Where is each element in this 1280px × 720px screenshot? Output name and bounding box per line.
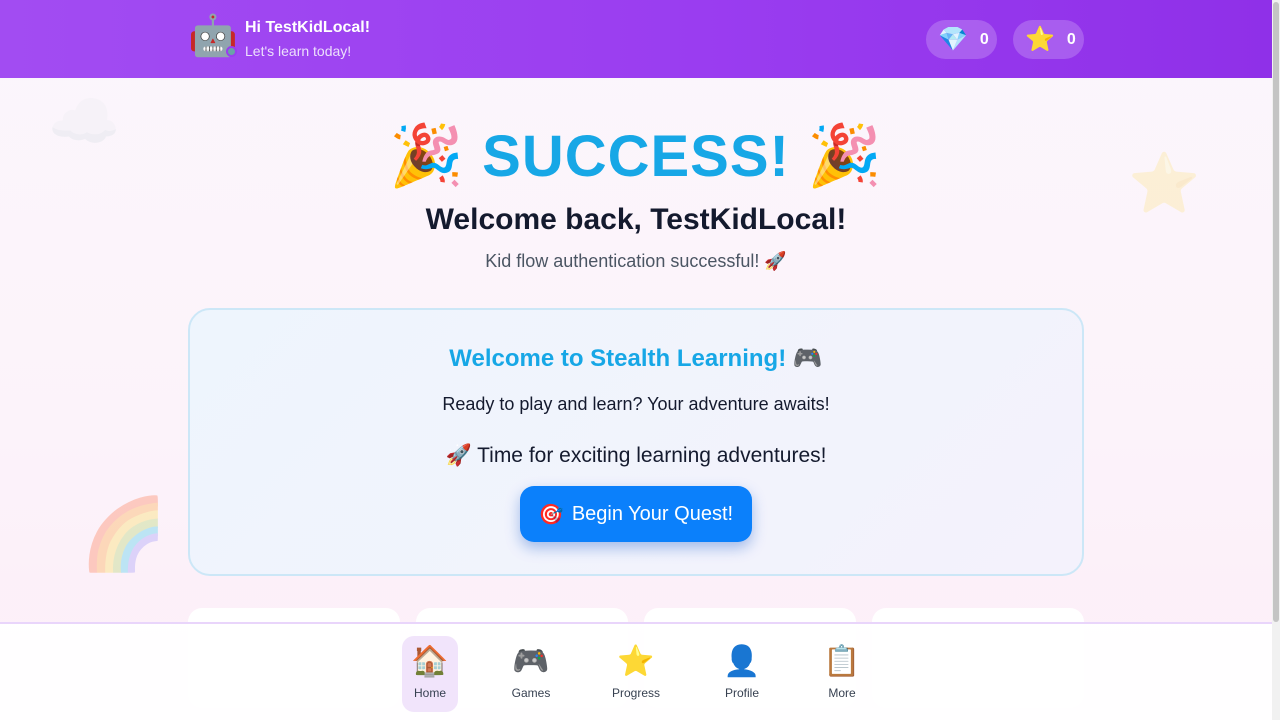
welcome-heading: Welcome back, TestKidLocal! <box>425 203 847 236</box>
bottom-nav: 🏠 Home 🎮 Games ⭐ Progress 👤 Profile 📋 Mo… <box>0 622 1272 720</box>
nav-item-profile[interactable]: 👤 Profile <box>707 636 777 712</box>
gem-icon: 💎 <box>938 26 968 53</box>
nav-label: Games <box>511 686 551 700</box>
party-popper-icon: 🎉 <box>389 122 466 189</box>
target-icon: 🎯 <box>538 503 564 526</box>
auth-message: Kid flow authentication successful! 🚀 <box>485 251 787 271</box>
nav-item-more[interactable]: 📋 More <box>807 636 877 712</box>
card-text: Ready to play and learn? Your adventure … <box>442 394 830 414</box>
nav-label: Profile <box>724 686 759 700</box>
clipboard-icon: 📋 <box>823 645 861 678</box>
rainbow-icon: 🌈 <box>80 495 168 573</box>
card-adventure-text: 🚀 Time for exciting learning adventures! <box>445 444 827 467</box>
greeting-block: Hi TestKidLocal! Let's learn today! <box>245 19 370 59</box>
nav-item-home[interactable]: 🏠 Home <box>402 636 458 712</box>
nav-label: Home <box>413 686 446 700</box>
success-title: 🎉 SUCCESS! 🎉 <box>0 120 1272 191</box>
profile-icon: 👤 <box>723 645 761 678</box>
gems-count: 0 <box>979 30 989 48</box>
nav-item-progress[interactable]: ⭐ Progress <box>601 636 671 712</box>
online-status-dot <box>226 46 237 57</box>
stars-count: 0 <box>1066 30 1076 48</box>
top-header: 🤖 Hi TestKidLocal! Let's learn today! 💎 … <box>0 0 1272 78</box>
game-controller-icon: 🎮 <box>512 645 550 678</box>
welcome-card: Welcome to Stealth Learning! 🎮 Ready to … <box>188 308 1084 576</box>
gems-counter[interactable]: 💎 0 <box>926 20 997 59</box>
star-icon: ⭐ <box>617 645 655 678</box>
nav-label: More <box>828 686 856 700</box>
greeting-text: Hi TestKidLocal! <box>245 19 371 36</box>
begin-quest-button[interactable]: 🎯 Begin Your Quest! <box>520 486 752 542</box>
stars-counter[interactable]: ⭐ 0 <box>1013 20 1084 59</box>
home-icon: 🏠 <box>411 645 449 678</box>
scrollbar[interactable] <box>1272 0 1280 720</box>
success-text: SUCCESS! <box>482 124 790 189</box>
card-title: Welcome to Stealth Learning! 🎮 <box>449 345 823 372</box>
star-icon: ⭐ <box>1025 26 1055 53</box>
party-popper-icon: 🎉 <box>806 122 883 189</box>
nav-label: Progress <box>611 686 661 700</box>
scrollbar-thumb[interactable] <box>1273 2 1279 622</box>
greeting-subtitle: Let's learn today! <box>245 43 352 59</box>
nav-item-games[interactable]: 🎮 Games <box>496 636 566 712</box>
begin-quest-label: Begin Your Quest! <box>571 502 734 525</box>
